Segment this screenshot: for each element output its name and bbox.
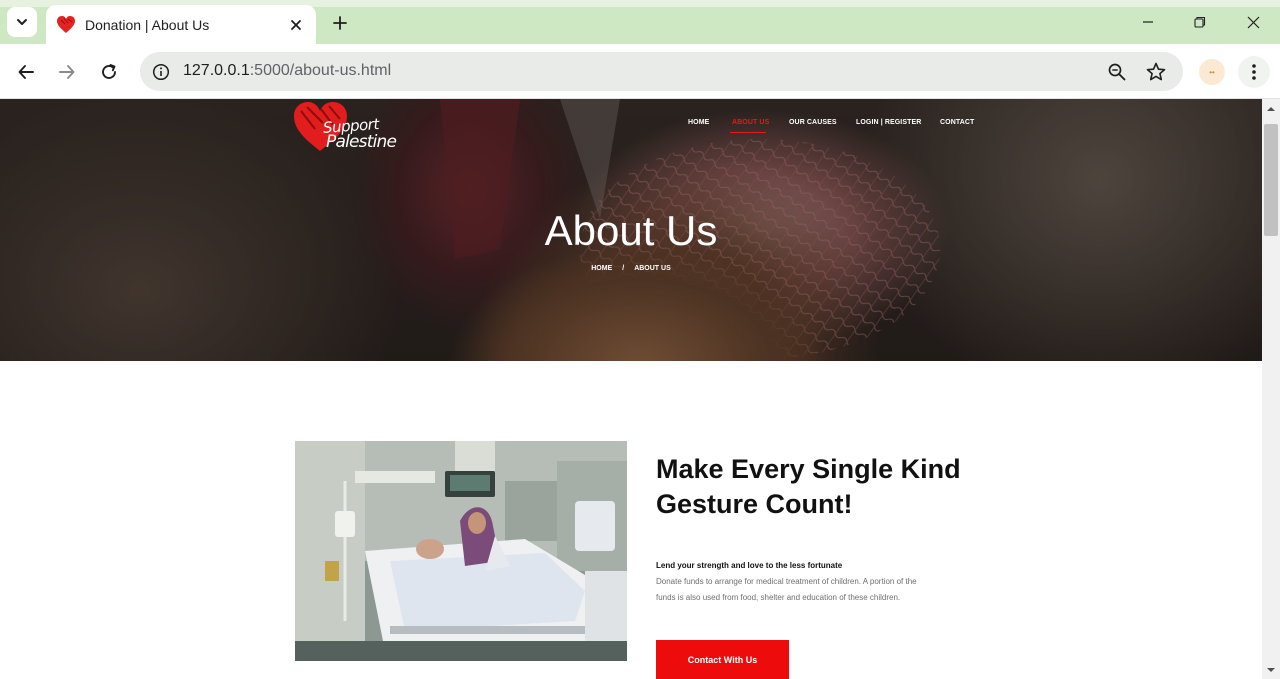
about-lead: Lend your strength and love to the less … bbox=[656, 561, 843, 570]
logo-word-palestine: Palestine bbox=[326, 132, 397, 152]
url-text[interactable]: 127.0.0.1:5000/about-us.html bbox=[183, 62, 391, 80]
scroll-down-icon[interactable] bbox=[1265, 664, 1277, 676]
page-title: About Us bbox=[544, 207, 718, 254]
restore-icon bbox=[1194, 16, 1206, 28]
breadcrumb-separator: / bbox=[622, 265, 625, 272]
nav-home[interactable]: HOME bbox=[688, 119, 709, 126]
nav-active-underline bbox=[730, 132, 766, 133]
minimize-button[interactable] bbox=[1125, 6, 1171, 38]
breadcrumb-current: ABOUT US bbox=[634, 265, 671, 272]
tab-title: Donation | About Us bbox=[85, 16, 210, 33]
nav-about-us[interactable]: ABOUT US bbox=[732, 119, 769, 126]
zoom-icon[interactable] bbox=[1106, 61, 1128, 83]
bookmark-star-icon[interactable] bbox=[1144, 60, 1168, 84]
about-heading: Make Every Single Kind Gesture Count! bbox=[656, 454, 961, 519]
nav-contact[interactable]: CONTACT bbox=[940, 119, 974, 126]
site-logo[interactable]: Support Palestine bbox=[293, 101, 409, 153]
url-path: :5000/about-us.html bbox=[249, 62, 392, 79]
new-tab-icon bbox=[333, 16, 347, 30]
scrollbar-thumb[interactable] bbox=[1264, 124, 1278, 236]
close-window-button[interactable] bbox=[1230, 6, 1276, 38]
tab-search-button[interactable] bbox=[7, 7, 37, 37]
breadcrumb: HOME / ABOUT US bbox=[0, 265, 1262, 272]
contact-with-us-button[interactable]: Contact With Us bbox=[656, 640, 789, 679]
extension-icon[interactable]: •• bbox=[1199, 59, 1225, 85]
heart-favicon-icon bbox=[56, 15, 76, 35]
active-tab[interactable]: Donation | About Us bbox=[46, 5, 316, 44]
scroll-up-icon[interactable] bbox=[1265, 103, 1277, 115]
browser-menu-button[interactable] bbox=[1238, 56, 1270, 88]
breadcrumb-home[interactable]: HOME bbox=[591, 265, 612, 272]
address-bar[interactable]: 127.0.0.1:5000/about-us.html bbox=[140, 52, 1183, 91]
nav-login-register[interactable]: LOGIN | REGISTER bbox=[856, 119, 921, 126]
url-host: 127.0.0.1 bbox=[183, 62, 250, 79]
reload-icon bbox=[102, 64, 116, 79]
new-tab-button[interactable] bbox=[326, 9, 354, 37]
restore-button[interactable] bbox=[1177, 6, 1223, 38]
tab-search-icon bbox=[17, 19, 27, 25]
minimize-icon bbox=[1143, 21, 1153, 23]
hero-banner: Support Palestine HOME ABOUT US OUR CAUS… bbox=[0, 99, 1262, 361]
close-tab-icon[interactable] bbox=[286, 15, 306, 35]
forward-button[interactable] bbox=[51, 56, 83, 88]
page-scrollbar[interactable] bbox=[1262, 99, 1280, 679]
about-description: Donate funds to arrange for medical trea… bbox=[656, 577, 917, 602]
back-button[interactable] bbox=[10, 56, 42, 88]
site-info-icon[interactable] bbox=[150, 61, 172, 83]
tab-strip: Donation | About Us bbox=[0, 0, 1280, 44]
back-icon bbox=[18, 65, 34, 79]
menu-dots-icon bbox=[1252, 64, 1256, 80]
close-window-icon bbox=[1247, 16, 1259, 28]
forward-icon bbox=[59, 65, 75, 79]
browser-toolbar: 127.0.0.1:5000/about-us.html •• bbox=[0, 44, 1280, 99]
page-viewport: Support Palestine HOME ABOUT US OUR CAUS… bbox=[0, 99, 1262, 679]
about-photo bbox=[295, 441, 627, 661]
nav-our-causes[interactable]: OUR CAUSES bbox=[789, 119, 837, 126]
reload-button[interactable] bbox=[93, 56, 125, 88]
